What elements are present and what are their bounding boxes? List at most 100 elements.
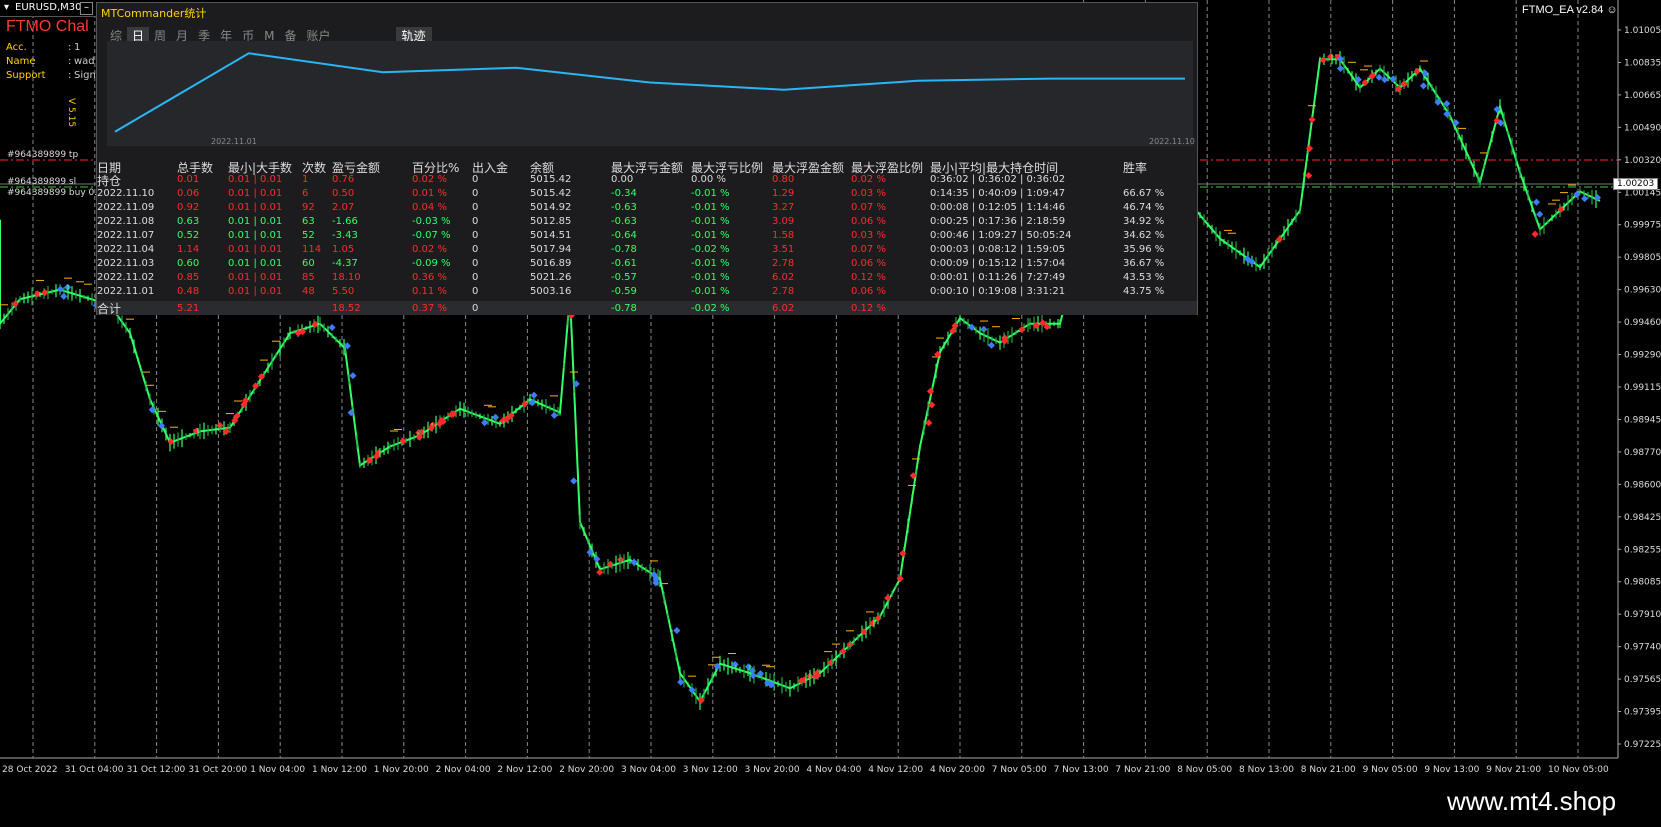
total-profit: 18.52 [332,303,361,314]
table-cell: 0.12 % [851,272,886,283]
time-label: 31 Oct 04:00 [65,765,124,775]
name-value: wad [74,56,95,67]
table-header: 胜率 [1123,161,1148,175]
table-cell: 6.02 [772,272,795,283]
time-label: 4 Nov 20:00 [930,765,985,775]
table-cell: 0.03 % [851,188,886,199]
table-cell: 0 [472,244,479,255]
table-cell: 34.62 % [1123,230,1165,241]
table-cell: 0.07 % [851,202,886,213]
time-label: 4 Nov 12:00 [868,765,923,775]
time-label: 9 Nov 21:00 [1486,765,1541,775]
table-cell: 52 [302,230,315,241]
table-cell: -0.78 [611,244,637,255]
table-cell: -0.01 % [691,188,730,199]
table-cell: -0.01 % [691,230,730,241]
table-cell: 0.02 % [412,174,447,185]
table-cell: 0.11 % [412,286,447,297]
table-cell: 持仓 [97,174,122,188]
table-cell: 2.07 [332,202,355,213]
time-label: 8 Nov 13:00 [1239,765,1294,775]
table-cell: 2022.11.02 [97,272,155,283]
trade-marker [1305,171,1313,180]
table-cell: 0.52 [177,230,200,241]
trade-marker [1319,56,1327,64]
table-cell: 2022.11.10 [97,188,155,199]
footer-bar [0,783,1661,827]
table-cell: 0 [472,174,479,185]
trade-marker [1419,82,1427,90]
table-cell: 1 [302,174,309,185]
time-label: 8 Nov 21:00 [1301,765,1356,775]
support-value: Sign [74,70,96,81]
mini-end-date: 2022.11.10 [1149,137,1195,146]
table-cell: 34.92 % [1123,216,1165,227]
time-label: 10 Nov 05:00 [1548,765,1609,775]
trade-marker [570,477,578,485]
trade-marker [1308,116,1316,124]
trade-marker [328,323,336,332]
table-cell: 0.01 | 0.01 [228,202,283,213]
table-cell: 0.06 % [851,286,886,297]
price-label: 0.97910 [1624,610,1661,620]
table-cell: -0.01 % [691,272,730,283]
table-cell: 0.01 | 0.01 [228,258,283,269]
total-label: 合计 [97,302,122,316]
table-cell: 5015.42 [530,188,572,199]
current-price-tag: 1.00203 [1613,178,1659,190]
table-cell: 5012.85 [530,216,572,227]
table-cell: 0 [472,286,479,297]
time-label: 2 Nov 20:00 [559,765,614,775]
table-cell: 0.04 % [412,202,447,213]
table-cell: 0.06 % [851,216,886,227]
table-cell: 1.05 [332,244,355,255]
price-label: 0.99805 [1624,253,1661,263]
table-cell: 0.01 | 0.01 [228,174,283,185]
table-cell: 0:00:03 | 0:08:12 | 1:59:05 [930,244,1066,255]
acc-sep: : [68,42,72,53]
price-label: 1.00835 [1624,58,1661,68]
price-label: 0.98425 [1624,513,1661,523]
table-cell: 3.27 [772,202,795,213]
table-cell: 0.02 % [851,174,886,185]
table-cell: 0 [472,230,479,241]
table-cell: 0:00:01 | 0:11:26 | 7:27:49 [930,272,1066,283]
table-cell: 0 [472,216,479,227]
table-cell: 0:00:25 | 0:17:36 | 2:18:59 [930,216,1066,227]
total-deposit: 0 [472,303,479,314]
equity-curve [114,52,1185,133]
window-menu-icon[interactable]: ▾ [4,2,9,13]
table-cell: -0.07 % [412,230,451,241]
panel-title: MTCommander统计 [101,7,207,20]
total-max-float-loss-pct: -0.02 % [691,303,730,314]
price-label: 0.98085 [1624,578,1661,588]
name-sep: : [68,56,72,67]
table-cell: -0.63 [611,202,637,213]
minimize-button[interactable]: – [80,2,93,15]
time-label: 2 Nov 12:00 [497,765,552,775]
time-label: 7 Nov 13:00 [1054,765,1109,775]
price-label: 0.98600 [1624,480,1661,490]
table-cell: 0.80 [772,174,795,185]
table-cell: 0.63 [177,216,200,227]
trade-marker [550,411,558,419]
name-label: Name [6,56,36,67]
table-cell: -0.03 % [412,216,451,227]
price-label: 1.00665 [1624,91,1661,101]
time-label: 31 Oct 12:00 [127,765,186,775]
price-label: 0.99290 [1624,351,1661,361]
price-label: 0.99630 [1624,286,1661,296]
table-cell: 0.01 | 0.01 [228,272,283,283]
trade-marker [1531,230,1539,238]
time-label: 9 Nov 05:00 [1363,765,1418,775]
trade-marker [899,549,907,557]
total-lots: 5.21 [177,303,200,314]
table-cell: 0.03 % [851,230,886,241]
table-cell: 46.74 % [1123,202,1165,213]
table-cell: 0 [472,202,479,213]
table-cell: 5016.89 [530,258,572,269]
price-label: 0.98770 [1624,448,1661,458]
price-label: 0.99975 [1624,221,1661,231]
table-cell: 2.78 [772,286,795,297]
table-cell: 0.36 % [412,272,447,283]
